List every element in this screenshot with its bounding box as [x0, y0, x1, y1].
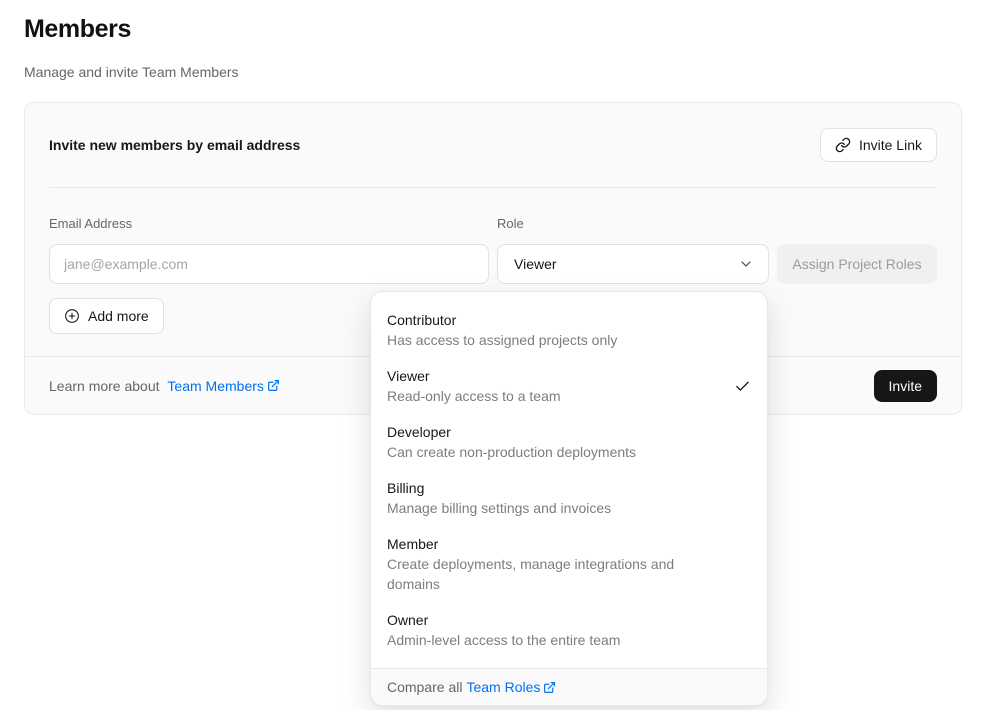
role-option[interactable]: Contributor Has access to assigned proje…: [371, 302, 767, 358]
role-option-description: Create deployments, manage integrations …: [387, 554, 722, 594]
invite-button[interactable]: Invite: [874, 370, 937, 402]
chevron-down-icon: [738, 256, 754, 272]
role-dropdown-footer: Compare all Team Roles: [371, 668, 767, 705]
role-option-description: Can create non-production deployments: [387, 442, 636, 462]
email-address-label: Email Address: [49, 216, 489, 232]
link-icon: [835, 137, 851, 153]
role-label: Role: [497, 216, 769, 232]
team-roles-link[interactable]: Team Roles: [466, 679, 556, 695]
role-option-title: Member: [387, 534, 722, 554]
add-more-button[interactable]: Add more: [49, 298, 164, 334]
card-header: Invite new members by email address Invi…: [25, 103, 961, 187]
invite-link-button[interactable]: Invite Link: [820, 128, 937, 162]
role-option[interactable]: Billing Manage billing settings and invo…: [371, 470, 767, 526]
page-subtitle: Manage and invite Team Members: [24, 64, 962, 80]
role-option-title: Owner: [387, 610, 620, 630]
invite-form: Email Address Role Viewer Assign Project…: [49, 216, 937, 284]
role-option[interactable]: Viewer Read-only access to a team: [371, 358, 767, 414]
role-option[interactable]: Developer Can create non-production depl…: [371, 414, 767, 470]
external-link-icon: [543, 681, 556, 694]
role-select[interactable]: Viewer: [497, 244, 769, 284]
assign-project-roles-button[interactable]: Assign Project Roles: [777, 244, 937, 284]
compare-all-text: Compare all: [387, 679, 462, 695]
add-more-label: Add more: [88, 308, 149, 324]
team-members-link[interactable]: Team Members: [167, 378, 279, 394]
plus-circle-icon: [64, 308, 80, 324]
email-input[interactable]: [49, 244, 489, 284]
card-header-title: Invite new members by email address: [49, 137, 300, 153]
role-option-title: Viewer: [387, 366, 561, 386]
role-option-description: Read-only access to a team: [387, 386, 561, 406]
role-option-title: Billing: [387, 478, 611, 498]
invite-link-label: Invite Link: [859, 137, 922, 153]
role-options-list: Contributor Has access to assigned proje…: [371, 292, 767, 668]
role-option-title: Developer: [387, 422, 636, 442]
role-option[interactable]: Member Create deployments, manage integr…: [371, 526, 767, 602]
members-page: Members Manage and invite Team Members I…: [0, 0, 986, 710]
role-option-description: Has access to assigned projects only: [387, 330, 617, 350]
role-option-description: Admin-level access to the entire team: [387, 630, 620, 650]
role-option-description: Manage billing settings and invoices: [387, 498, 611, 518]
role-dropdown: Contributor Has access to assigned proje…: [370, 291, 768, 706]
role-option[interactable]: Owner Admin-level access to the entire t…: [371, 602, 767, 658]
check-icon: [734, 378, 751, 395]
page-title: Members: [24, 14, 962, 44]
external-link-icon: [267, 379, 280, 392]
learn-more-text: Learn more about Team Members: [49, 378, 280, 394]
role-option-title: Contributor: [387, 310, 617, 330]
role-select-value: Viewer: [514, 256, 557, 272]
